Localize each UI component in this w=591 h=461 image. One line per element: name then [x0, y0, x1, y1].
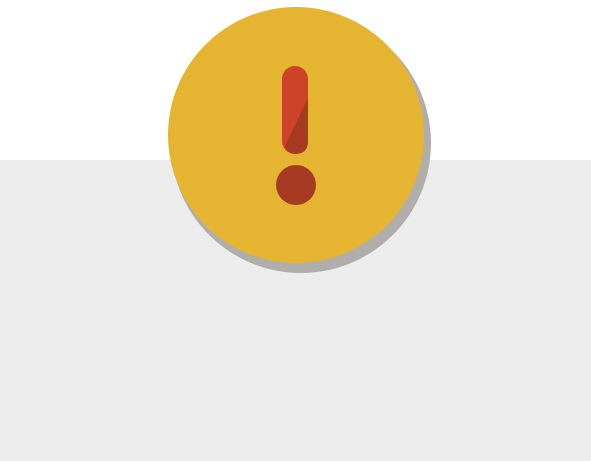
exclamation-warning-icon	[168, 7, 431, 273]
exclamation-dot	[276, 165, 316, 205]
warning-badge	[160, 0, 440, 280]
